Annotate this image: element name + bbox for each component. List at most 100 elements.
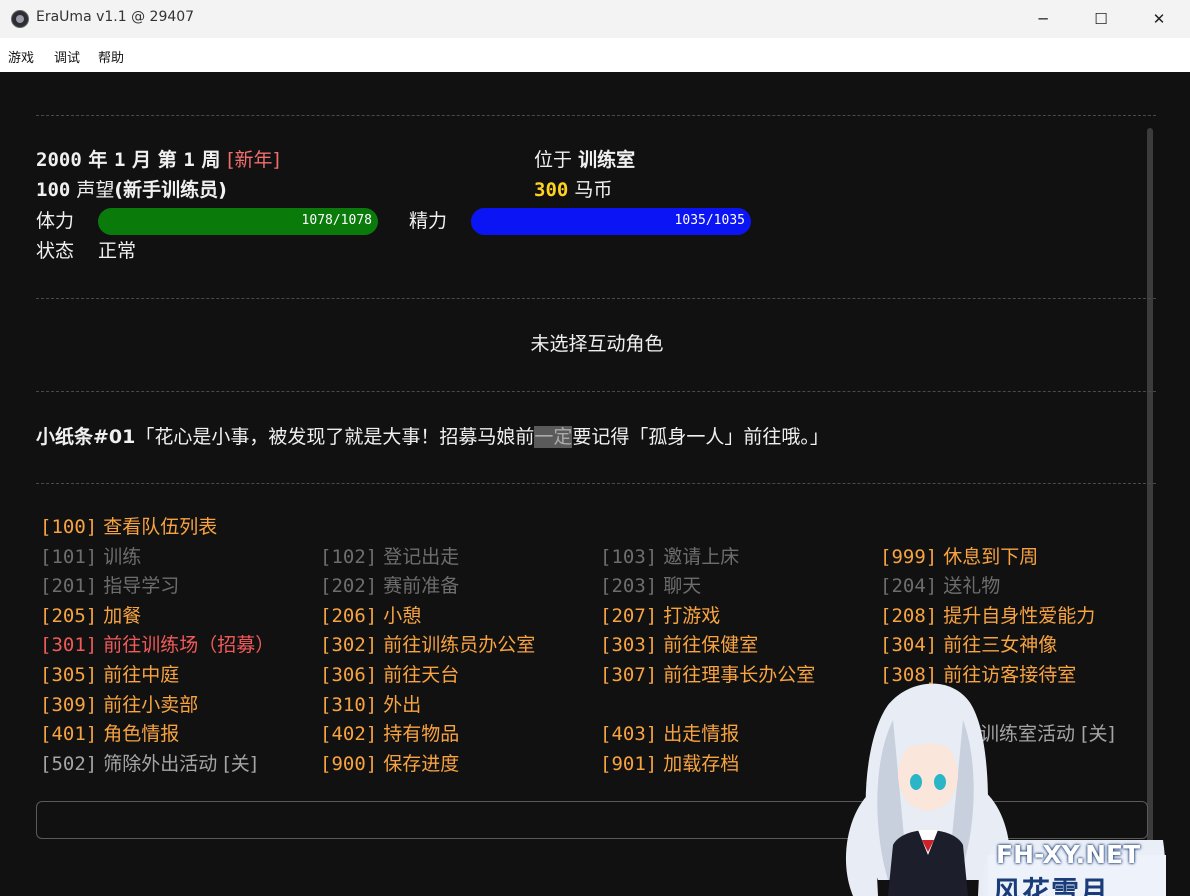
menu-help[interactable]: 帮助 (98, 47, 124, 66)
money-value: 300 (534, 179, 569, 201)
year-unit: 年 (88, 149, 108, 171)
option-label: 外出 (383, 693, 422, 716)
option-label: 前往中庭 (103, 664, 180, 686)
option-item[interactable]: [901] 加载存档 (600, 753, 739, 775)
divider (36, 391, 1156, 392)
month-unit: 月 (132, 149, 152, 171)
option-number: [403] (600, 723, 658, 746)
option-label: 查看队伍列表 (103, 516, 218, 538)
option-label: 前往理事长办公室 (663, 664, 816, 686)
option-item[interactable]: [207] 打游戏 (600, 605, 720, 627)
week: 1 (183, 149, 195, 171)
menu-debug[interactable]: 调试 (54, 47, 80, 66)
option-item[interactable]: [401] 角色情报 (40, 723, 179, 745)
option-number: [310] (320, 693, 378, 716)
option-number: [203] (600, 575, 658, 598)
option-item[interactable]: [202] 赛前准备 (320, 575, 459, 597)
watermark-name: 风花雪月 (993, 875, 1110, 896)
option-label: 加载存档 (663, 752, 740, 775)
minimize-button[interactable]: ─ (1014, 0, 1072, 38)
option-label: 赛前准备 (383, 575, 460, 598)
option-label: 前往三女神像 (943, 634, 1058, 657)
week-prefix: 第 (157, 149, 177, 171)
option-number: [205] (40, 604, 98, 627)
close-button[interactable]: ✕ (1130, 0, 1188, 38)
option-label: 休息到下周 (943, 545, 1039, 568)
option-label: 前往天台 (383, 664, 460, 686)
option-item[interactable]: [309] 前往小卖部 (40, 694, 198, 716)
watermark-logo: FH-XY.NET 风花雪月 (818, 680, 1190, 896)
option-number: [202] (320, 575, 378, 598)
divider (36, 298, 1156, 299)
option-item[interactable]: [303] 前往保健室 (600, 634, 758, 656)
reputation-line: 100 声望(新手训练员) (36, 179, 227, 201)
option-item[interactable]: [999] 休息到下周 (880, 546, 1038, 568)
option-number: [302] (320, 634, 378, 657)
divider (36, 483, 1156, 484)
energy-label: 精力 (409, 210, 448, 232)
option-item[interactable]: [103] 邀请上床 (600, 546, 739, 568)
option-item[interactable]: [102] 登记出走 (320, 546, 459, 568)
reputation-label: 声望 (76, 179, 115, 201)
option-item[interactable]: [208] 提升自身性爱能力 (880, 605, 1095, 627)
option-item[interactable]: [402] 持有物品 (320, 723, 459, 745)
option-item[interactable]: [301] 前往训练场（招募） (40, 634, 274, 656)
maximize-button[interactable]: ☐ (1072, 0, 1130, 38)
option-item[interactable]: [307] 前往理事长办公室 (600, 664, 815, 686)
option-item[interactable]: [502] 筛除外出活动 [关] (40, 753, 257, 775)
option-label: 持有物品 (383, 723, 460, 746)
event-badge: [新年] (227, 149, 280, 171)
month: 1 (114, 149, 126, 171)
option-number: [207] (600, 604, 658, 627)
stamina-bar: 1078/1078 (98, 208, 378, 235)
state-label: 状态 (36, 240, 75, 262)
option-label: 登记出走 (383, 545, 460, 568)
option-label: 保存进度 (383, 752, 460, 775)
option-item[interactable]: [201] 指导学习 (40, 575, 179, 597)
option-number: [901] (600, 752, 658, 775)
option-number: [307] (600, 664, 658, 686)
option-label: 邀请上床 (663, 545, 740, 568)
divider (36, 115, 1156, 116)
option-label: 指导学习 (103, 575, 180, 598)
option-label: 角色情报 (103, 723, 180, 746)
option-number: [201] (40, 575, 98, 598)
state-value: 正常 (98, 240, 137, 262)
stamina-label: 体力 (36, 210, 75, 232)
window-title: EraUma v1.1 @ 29407 (36, 9, 195, 25)
reputation-value: 100 (36, 179, 71, 201)
option-item[interactable]: [204] 送礼物 (880, 575, 1000, 597)
option-number: [208] (880, 604, 938, 627)
option-number: [301] (40, 634, 98, 657)
note-highlight: 一定 (534, 426, 573, 448)
option-item[interactable]: [302] 前往训练员办公室 (320, 634, 535, 656)
option-item[interactable]: [100] 查看队伍列表 (40, 516, 217, 538)
option-number: [101] (40, 545, 98, 568)
option-number: [999] (880, 545, 938, 568)
option-label: 小憩 (383, 604, 422, 627)
money-label: 马币 (574, 179, 613, 201)
option-item[interactable]: [304] 前往三女神像 (880, 634, 1057, 656)
option-item[interactable]: [205] 加餐 (40, 605, 141, 627)
option-number: [305] (40, 664, 98, 686)
option-item[interactable]: [310] 外出 (320, 694, 421, 716)
option-label: 加餐 (103, 604, 142, 627)
option-item[interactable]: [101] 训练 (40, 546, 141, 568)
close-icon: ✕ (1152, 10, 1166, 28)
location-label: 位于 (534, 149, 573, 171)
option-item[interactable]: [206] 小憩 (320, 605, 421, 627)
energy-bar: 1035/1035 (471, 208, 751, 235)
app-icon (11, 10, 29, 28)
option-item[interactable]: [305] 前往中庭 (40, 664, 179, 686)
option-item[interactable]: [306] 前往天台 (320, 664, 459, 686)
option-item[interactable]: [900] 保存进度 (320, 753, 459, 775)
option-item[interactable]: [403] 出走情报 (600, 723, 739, 745)
watermark-url: FH-XY.NET (996, 840, 1141, 869)
option-number: [900] (320, 752, 378, 775)
option-label: 筛除外出活动 [关] (103, 752, 258, 775)
year: 2000 (36, 149, 82, 171)
minimize-icon: ─ (1038, 10, 1048, 28)
option-number: [309] (40, 693, 98, 716)
menu-game[interactable]: 游戏 (8, 47, 34, 66)
option-item[interactable]: [203] 聊天 (600, 575, 701, 597)
